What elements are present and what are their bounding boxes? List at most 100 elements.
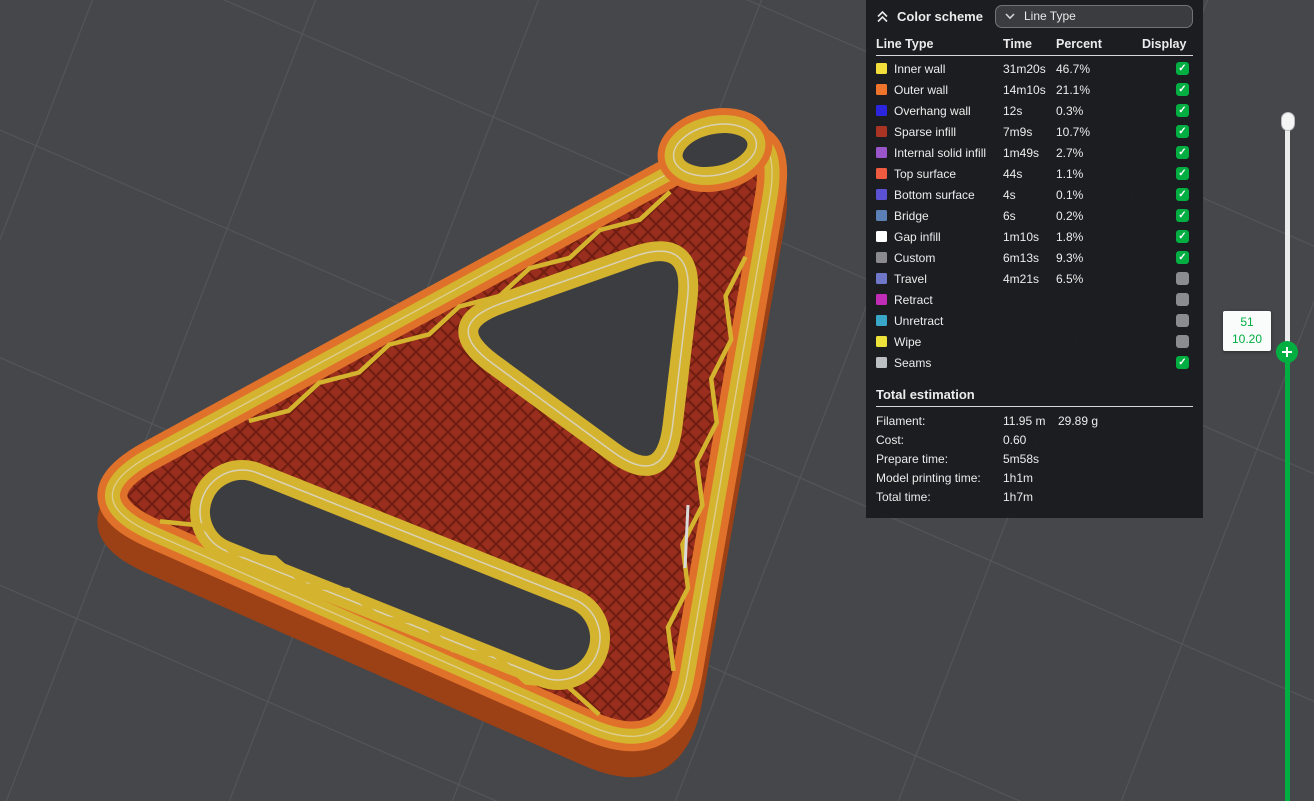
table-row: Sparse infill 7m9s 10.7% bbox=[876, 121, 1193, 142]
col-percent: Percent bbox=[1056, 36, 1102, 51]
table-row: Internal solid infill 1m49s 2.7% bbox=[876, 142, 1193, 163]
line-type-label: Retract bbox=[894, 292, 933, 307]
line-type-percent: 46.7% bbox=[1056, 61, 1091, 76]
line-type-label: Wipe bbox=[894, 334, 922, 349]
display-checkbox[interactable] bbox=[1176, 146, 1189, 159]
table-row: Seams bbox=[876, 352, 1193, 373]
line-type-swatch bbox=[876, 252, 887, 263]
line-type-label: Inner wall bbox=[894, 61, 946, 76]
display-checkbox[interactable] bbox=[1176, 293, 1189, 306]
display-checkbox[interactable] bbox=[1176, 335, 1189, 348]
table-row: Gap infill 1m10s 1.8% bbox=[876, 226, 1193, 247]
line-type-swatch bbox=[876, 147, 887, 158]
total-value: 1h1m bbox=[1003, 470, 1034, 485]
table-row: Retract bbox=[876, 289, 1193, 310]
col-time: Time bbox=[1003, 36, 1032, 51]
line-type-label: Bridge bbox=[894, 208, 929, 223]
display-checkbox[interactable] bbox=[1176, 104, 1189, 117]
line-type-swatch bbox=[876, 126, 887, 137]
display-checkbox[interactable] bbox=[1176, 314, 1189, 327]
line-type-swatch bbox=[876, 231, 887, 242]
total-value: 1h7m bbox=[1003, 489, 1034, 504]
line-type-swatch bbox=[876, 84, 887, 95]
line-type-percent: 21.1% bbox=[1056, 82, 1091, 97]
line-type-label: Internal solid infill bbox=[894, 145, 987, 160]
line-type-time: 31m20s bbox=[1003, 61, 1046, 76]
line-type-label: Overhang wall bbox=[894, 103, 971, 118]
panel-header: Color scheme Line Type bbox=[866, 0, 1203, 32]
display-checkbox[interactable] bbox=[1176, 167, 1189, 180]
model-oval-hole bbox=[657, 108, 773, 192]
total-value: 0.60 bbox=[1003, 432, 1027, 447]
view-type-dropdown[interactable]: Line Type bbox=[995, 4, 1193, 28]
total-label: Filament: bbox=[876, 413, 926, 428]
layer-slider-track-upper[interactable] bbox=[1285, 126, 1290, 352]
layer-slider: 51 10.20 bbox=[1223, 0, 1314, 801]
color-scheme-panel: Color scheme Line Type Line Type Time Pe… bbox=[866, 0, 1203, 518]
line-type-swatch bbox=[876, 336, 887, 347]
line-type-percent: 1.8% bbox=[1056, 229, 1084, 244]
table-row: Travel 4m21s 6.5% bbox=[876, 268, 1193, 289]
line-type-percent: 0.3% bbox=[1056, 103, 1084, 118]
col-line-type: Line Type bbox=[876, 36, 934, 51]
col-display: Display bbox=[1142, 36, 1187, 51]
layer-slider-top-handle[interactable] bbox=[1281, 112, 1295, 131]
total-label: Prepare time: bbox=[876, 451, 949, 466]
panel-title: Color scheme bbox=[897, 8, 983, 24]
line-type-time: 6m13s bbox=[1003, 250, 1040, 265]
display-checkbox[interactable] bbox=[1176, 62, 1189, 75]
table-row: Top surface 44s 1.1% bbox=[876, 163, 1193, 184]
total-label: Total time: bbox=[876, 489, 931, 504]
display-checkbox[interactable] bbox=[1176, 356, 1189, 369]
line-type-time: 4s bbox=[1003, 187, 1016, 202]
line-type-time: 7m9s bbox=[1003, 124, 1033, 139]
line-type-label: Sparse infill bbox=[894, 124, 957, 139]
line-type-percent: 10.7% bbox=[1056, 124, 1091, 139]
layer-slider-track-lower[interactable] bbox=[1285, 352, 1290, 801]
line-type-percent: 9.3% bbox=[1056, 250, 1084, 265]
layer-slider-tooltip: 51 10.20 bbox=[1223, 311, 1271, 351]
table-row: Unretract bbox=[876, 310, 1193, 331]
line-type-swatch bbox=[876, 315, 887, 326]
table-row: Bottom surface 4s 0.1% bbox=[876, 184, 1193, 205]
line-type-label: Top surface bbox=[894, 166, 957, 181]
display-checkbox[interactable] bbox=[1176, 188, 1189, 201]
line-type-time: 12s bbox=[1003, 103, 1023, 118]
line-type-swatch bbox=[876, 210, 887, 221]
table-row: Wipe bbox=[876, 331, 1193, 352]
line-type-table-header: Line Type Time Percent Display bbox=[876, 32, 1193, 56]
line-type-time: 1m10s bbox=[1003, 229, 1040, 244]
display-checkbox[interactable] bbox=[1176, 251, 1189, 264]
total-row: Model printing time: 1h1m bbox=[876, 468, 1193, 487]
line-type-time: 4m21s bbox=[1003, 271, 1040, 286]
total-value: 5m58s bbox=[1003, 451, 1040, 466]
chevron-down-icon bbox=[1005, 13, 1015, 20]
line-type-swatch bbox=[876, 168, 887, 179]
line-type-time: 6s bbox=[1003, 208, 1016, 223]
layer-number: 51 bbox=[1240, 315, 1254, 329]
line-type-label: Gap infill bbox=[894, 229, 941, 244]
plus-icon bbox=[1282, 347, 1292, 357]
layer-slider-plus-button[interactable] bbox=[1276, 341, 1298, 363]
display-checkbox[interactable] bbox=[1176, 83, 1189, 96]
total-row: Cost: 0.60 bbox=[876, 430, 1193, 449]
line-type-table-body: Inner wall 31m20s 46.7% Outer wall 14m10… bbox=[876, 58, 1193, 373]
total-row: Prepare time: 5m58s bbox=[876, 449, 1193, 468]
display-checkbox[interactable] bbox=[1176, 209, 1189, 222]
display-checkbox[interactable] bbox=[1176, 125, 1189, 138]
display-checkbox[interactable] bbox=[1176, 272, 1189, 285]
total-estimation-body: Filament: 11.95 m 29.89 g Cost: 0.60 Pre… bbox=[876, 411, 1193, 506]
line-type-label: Seams bbox=[894, 355, 932, 370]
display-checkbox[interactable] bbox=[1176, 230, 1189, 243]
total-label: Model printing time: bbox=[876, 470, 981, 485]
line-type-time: 44s bbox=[1003, 166, 1023, 181]
line-type-swatch bbox=[876, 105, 887, 116]
collapse-panel-icon[interactable] bbox=[876, 10, 889, 23]
line-type-label: Custom bbox=[894, 250, 936, 265]
gcode-preview-model bbox=[97, 108, 788, 778]
total-row: Total time: 1h7m bbox=[876, 487, 1193, 506]
total-label: Cost: bbox=[876, 432, 905, 447]
line-type-percent: 6.5% bbox=[1056, 271, 1084, 286]
line-type-percent: 1.1% bbox=[1056, 166, 1084, 181]
line-type-swatch bbox=[876, 273, 887, 284]
